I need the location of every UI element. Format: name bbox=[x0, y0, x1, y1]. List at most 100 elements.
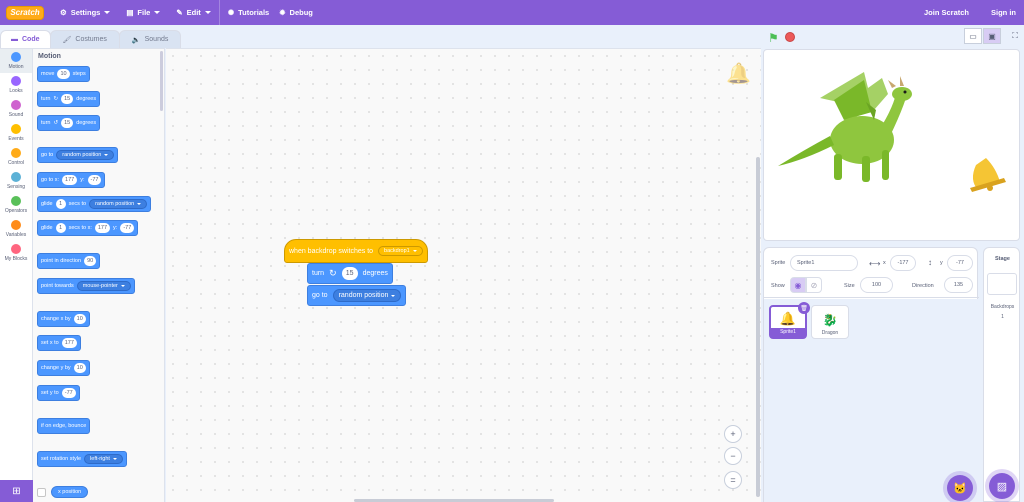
rotation-dropdown[interactable]: left-right bbox=[84, 454, 123, 464]
stage-target-pane[interactable]: Stage Backdrops 1 ▨ bbox=[983, 247, 1020, 502]
block-text: glide bbox=[41, 201, 53, 207]
glide-to-block[interactable]: glide 1 secs to random position bbox=[37, 196, 152, 212]
small-stage-button[interactable]: ▭ bbox=[964, 28, 982, 44]
add-extension-button[interactable]: ⊞ bbox=[0, 480, 33, 502]
tab-sounds[interactable]: 🔈 Sounds bbox=[118, 30, 182, 48]
sprite-thumb-sprite1[interactable]: 🔔 Sprite1 🗑 bbox=[769, 302, 810, 339]
category-menu: Motion Looks Sound Events Control Sensin… bbox=[0, 48, 33, 502]
scratch-logo[interactable]: Scratch bbox=[6, 5, 44, 20]
x-position-reporter[interactable]: x position bbox=[51, 486, 89, 498]
size-field[interactable]: 100 bbox=[860, 277, 893, 293]
secs-input[interactable]: 1 bbox=[55, 199, 66, 209]
zoom-out-button[interactable]: − bbox=[724, 447, 742, 465]
bounce-block[interactable]: if on edge, bounce bbox=[37, 418, 91, 434]
y-field[interactable]: -77 bbox=[947, 255, 973, 271]
turn-block[interactable]: turn ↻ 15 degrees bbox=[307, 263, 393, 284]
chevron-down-icon bbox=[204, 11, 211, 14]
category-events[interactable]: Events bbox=[0, 121, 32, 145]
category-my-blocks[interactable]: My Blocks bbox=[0, 241, 32, 265]
stop-button[interactable] bbox=[785, 32, 795, 42]
target-dropdown[interactable]: random position bbox=[56, 150, 115, 160]
turn-left-block[interactable]: turn ↺ 15 degrees bbox=[37, 115, 101, 131]
x-input[interactable]: 177 bbox=[94, 223, 111, 233]
point-towards-block[interactable]: point towards mouse-pointer bbox=[37, 278, 135, 294]
debug-button[interactable]: ✹ Debug bbox=[277, 0, 321, 25]
value-input[interactable]: -77 bbox=[61, 388, 76, 398]
target-dropdown[interactable]: random position bbox=[332, 289, 402, 302]
go-to-xy-block[interactable]: go to x: 177 y: -77 bbox=[37, 172, 106, 188]
y-input[interactable]: -77 bbox=[120, 223, 135, 233]
my-blocks-dot-icon bbox=[11, 244, 21, 254]
stage-canvas[interactable] bbox=[763, 49, 1020, 241]
file-menu[interactable]: ▤ File bbox=[118, 0, 168, 25]
category-variables[interactable]: Variables bbox=[0, 217, 32, 241]
when-backdrop-switches-block[interactable]: when backdrop switches to backdrop1 bbox=[284, 239, 428, 263]
dropdown-value: random position bbox=[62, 152, 102, 158]
x-position-checkbox[interactable] bbox=[37, 488, 46, 497]
show-hidden-button[interactable]: ⊘ bbox=[806, 277, 822, 293]
sprite-name-field[interactable]: Sprite1 bbox=[790, 255, 858, 271]
choose-sprite-button[interactable]: 🐱 bbox=[947, 475, 973, 501]
set-y-block[interactable]: set y to -77 bbox=[37, 385, 80, 401]
zoom-reset-button[interactable]: = bbox=[724, 471, 742, 489]
value-input[interactable]: 177 bbox=[61, 338, 77, 348]
tab-costumes[interactable]: 🖌 Costumes bbox=[49, 30, 120, 48]
degrees-input[interactable]: 15 bbox=[341, 267, 358, 280]
join-scratch-link[interactable]: Join Scratch bbox=[916, 0, 983, 25]
edit-menu[interactable]: ✎ Edit bbox=[168, 0, 218, 25]
target-dropdown[interactable]: mouse-pointer bbox=[76, 281, 131, 291]
block-text: degrees bbox=[76, 120, 97, 126]
value-input[interactable]: 10 bbox=[73, 314, 86, 324]
green-flag-button[interactable]: ⚑ bbox=[768, 31, 779, 45]
value-input[interactable]: 10 bbox=[73, 363, 86, 373]
go-to-block[interactable]: go to random position bbox=[307, 285, 407, 306]
chevron-down-icon bbox=[391, 294, 396, 297]
category-motion[interactable]: Motion bbox=[0, 49, 32, 73]
direction-input[interactable]: 90 bbox=[84, 256, 97, 266]
script-vertical-scrollbar[interactable] bbox=[756, 157, 760, 497]
palette-scrollbar[interactable] bbox=[160, 51, 163, 111]
show-visible-button[interactable]: ◉ bbox=[790, 277, 806, 293]
category-sound[interactable]: Sound bbox=[0, 97, 32, 121]
delete-sprite-button[interactable]: 🗑 bbox=[798, 302, 810, 314]
backdrop-dropdown[interactable]: backdrop1 bbox=[378, 246, 423, 256]
move-steps-block[interactable]: move 10 steps bbox=[37, 66, 90, 82]
steps-input[interactable]: 10 bbox=[57, 69, 70, 79]
tutorials-button[interactable]: ✺ Tutorials bbox=[220, 0, 277, 25]
degrees-input[interactable]: 15 bbox=[61, 94, 74, 104]
x-input[interactable]: 177 bbox=[62, 175, 78, 185]
category-looks[interactable]: Looks bbox=[0, 73, 32, 97]
x-field[interactable]: -177 bbox=[890, 255, 916, 271]
normal-stage-button[interactable]: ▣ bbox=[983, 28, 1001, 44]
fullscreen-button[interactable]: ⛶ bbox=[1006, 28, 1024, 44]
stage-thumbnail[interactable] bbox=[987, 273, 1017, 295]
script-area[interactable]: 🔔 when backdrop switches to backdrop1 tu… bbox=[166, 48, 761, 502]
zoom-in-button[interactable]: + bbox=[724, 425, 742, 443]
change-x-block[interactable]: change x by 10 bbox=[37, 311, 90, 327]
dragon-sprite[interactable] bbox=[778, 72, 912, 182]
stage-drawing bbox=[778, 72, 1006, 192]
tab-code[interactable]: ▬ Code bbox=[0, 30, 51, 48]
category-control[interactable]: Control bbox=[0, 145, 32, 169]
sprite-thumb-dragon[interactable]: 🐉 Dragon bbox=[811, 305, 849, 339]
choose-backdrop-button[interactable]: ▨ bbox=[989, 473, 1015, 499]
glide-to-xy-block[interactable]: glide 1 secs to x: 177 y: -77 bbox=[37, 220, 139, 236]
target-dropdown[interactable]: random position bbox=[89, 199, 148, 209]
set-x-block[interactable]: set x to 177 bbox=[37, 335, 81, 351]
turn-right-block[interactable]: turn ↻ 15 degrees bbox=[37, 91, 101, 107]
direction-field[interactable]: 135 bbox=[944, 277, 973, 293]
degrees-input[interactable]: 15 bbox=[61, 118, 74, 128]
sign-in-link[interactable]: Sign in bbox=[983, 0, 1024, 25]
bell-sprite[interactable] bbox=[970, 158, 1006, 192]
category-sensing[interactable]: Sensing bbox=[0, 169, 32, 193]
point-in-direction-block[interactable]: point in direction 90 bbox=[37, 253, 101, 269]
file-icon: ▤ bbox=[126, 8, 134, 17]
secs-input[interactable]: 1 bbox=[55, 223, 66, 233]
y-input[interactable]: -77 bbox=[87, 175, 102, 185]
change-y-block[interactable]: change y by 10 bbox=[37, 360, 90, 376]
category-operators[interactable]: Operators bbox=[0, 193, 32, 217]
rotation-style-block[interactable]: set rotation style left-right bbox=[37, 451, 127, 467]
settings-menu[interactable]: ⚙ Settings bbox=[52, 0, 118, 25]
go-to-block[interactable]: go to random position bbox=[37, 147, 119, 163]
block-text: go to bbox=[312, 292, 328, 299]
